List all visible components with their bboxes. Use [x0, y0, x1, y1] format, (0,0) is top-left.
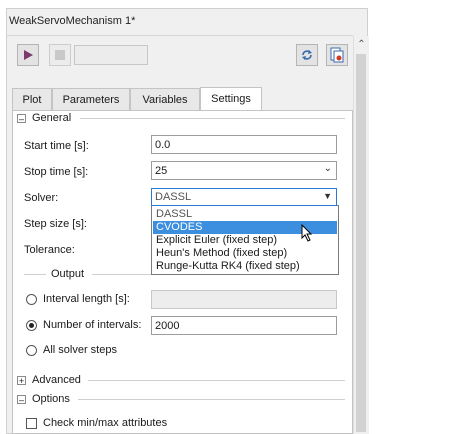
- tab-parameters[interactable]: Parameters: [52, 88, 130, 110]
- solver-option-heun[interactable]: Heun's Method (fixed step): [153, 247, 337, 260]
- start-time-label: Start time [s]:: [24, 140, 89, 152]
- title-separator: [6, 35, 353, 36]
- all-solver-steps-label: All solver steps: [43, 344, 117, 356]
- number-of-intervals-input[interactable]: 2000: [151, 316, 337, 335]
- export-button[interactable]: [326, 44, 348, 66]
- solver-value: DASSL: [155, 191, 192, 203]
- output-label: Output: [51, 268, 85, 280]
- general-label: General: [32, 112, 72, 124]
- group-divider: [88, 380, 345, 381]
- group-divider: [80, 118, 345, 119]
- advanced-label: Advanced: [32, 374, 81, 386]
- solver-option-rk4[interactable]: Runge-Kutta RK4 (fixed step): [153, 260, 337, 273]
- play-button[interactable]: [17, 44, 39, 66]
- check-min-max-label: Check min/max attributes: [43, 417, 168, 429]
- group-divider: [78, 399, 345, 400]
- stop-button[interactable]: [49, 44, 71, 66]
- tolerance-label: Tolerance:: [24, 244, 75, 256]
- number-of-intervals-label: Number of intervals:: [43, 319, 142, 331]
- interval-length-input[interactable]: [151, 290, 337, 309]
- start-time-input[interactable]: 0.0: [151, 135, 337, 154]
- window-title: WeakServoMechanism 1*: [9, 15, 136, 27]
- options-label: Options: [32, 393, 70, 405]
- solver-option-dassl[interactable]: DASSL: [153, 208, 337, 221]
- speed-field[interactable]: [74, 45, 148, 65]
- stop-time-combo[interactable]: 25 ⌄: [151, 161, 337, 180]
- reload-button[interactable]: [296, 44, 318, 66]
- output-divider-left: [24, 274, 46, 275]
- expand-icon[interactable]: +: [17, 375, 26, 385]
- advanced-group-header[interactable]: + Advanced: [17, 374, 81, 386]
- general-group-header[interactable]: – General: [17, 112, 71, 124]
- reload-icon: [302, 50, 312, 60]
- solver-select[interactable]: DASSL ▼: [151, 188, 337, 206]
- check-min-max-checkbox[interactable]: [26, 418, 37, 429]
- number-of-intervals-radio[interactable]: [26, 320, 37, 331]
- step-size-label: Step size [s]:: [24, 218, 87, 230]
- interval-length-radio[interactable]: [26, 294, 37, 305]
- stop-time-value: 25: [155, 164, 168, 177]
- export-icon: [330, 47, 344, 63]
- play-icon: [24, 50, 33, 60]
- scroll-thumb[interactable]: [356, 54, 366, 432]
- mouse-pointer-icon: [301, 224, 313, 242]
- collapse-icon[interactable]: –: [17, 113, 26, 123]
- solver-label: Solver:: [24, 192, 59, 204]
- scroll-up-icon[interactable]: ⌃: [354, 36, 369, 52]
- chevron-down-icon[interactable]: ⌄: [324, 163, 332, 174]
- collapse-icon[interactable]: –: [17, 394, 26, 404]
- interval-length-label: Interval length [s]:: [43, 293, 130, 305]
- tab-plot[interactable]: Plot: [12, 88, 52, 110]
- dropdown-arrow-icon[interactable]: ▼: [323, 191, 332, 201]
- tab-settings[interactable]: Settings: [200, 87, 262, 110]
- options-group-header[interactable]: – Options: [17, 393, 70, 405]
- vertical-scrollbar[interactable]: ⌃: [353, 36, 369, 434]
- stop-time-label: Stop time [s]:: [24, 166, 89, 178]
- all-solver-steps-radio[interactable]: [26, 345, 37, 356]
- tab-variables[interactable]: Variables: [130, 88, 200, 110]
- stop-icon: [55, 50, 65, 60]
